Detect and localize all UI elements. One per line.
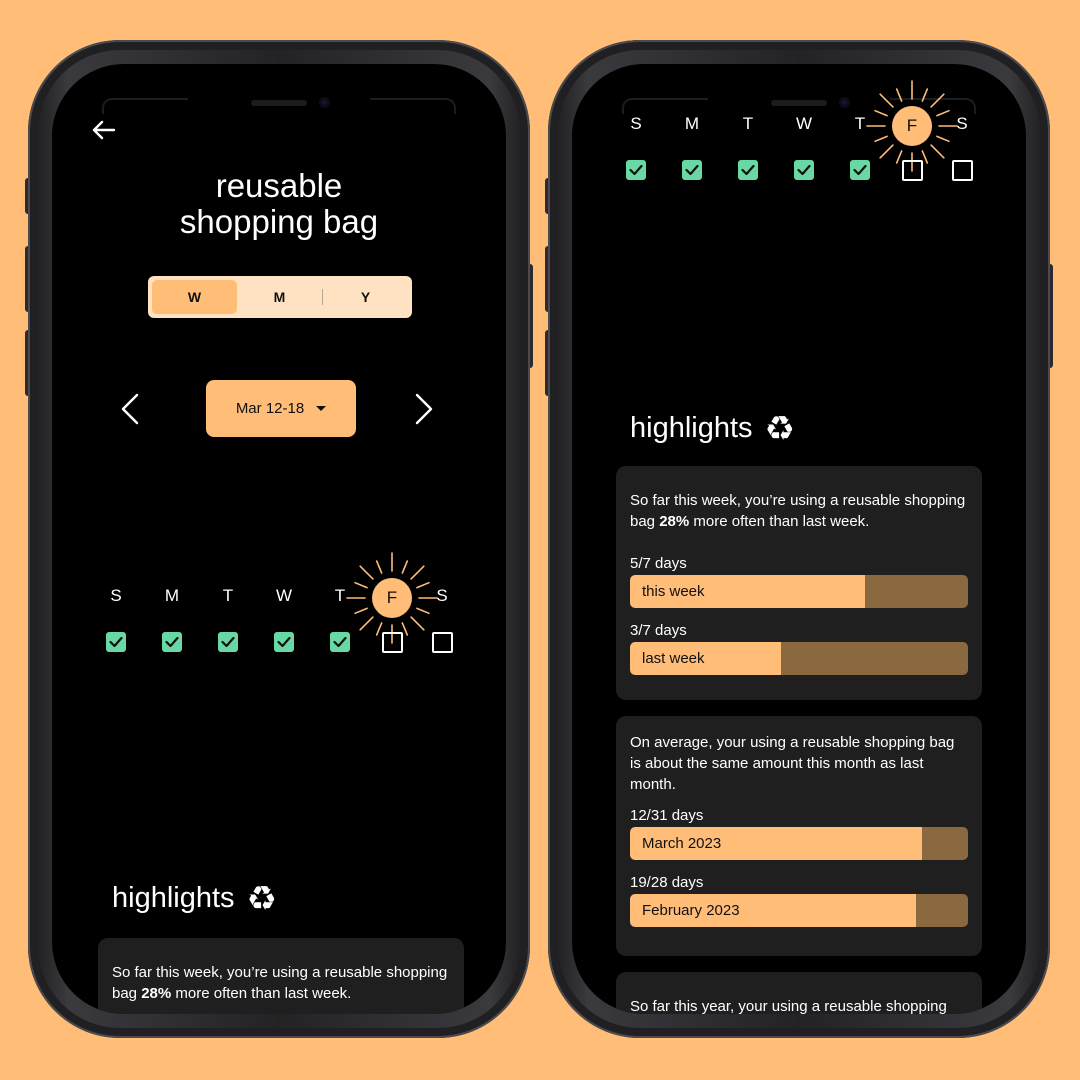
date-range-dropdown[interactable]: Mar 12-18 (206, 380, 356, 437)
day-checkbox-unchecked[interactable] (952, 160, 973, 181)
today-sun-indicator: F (346, 552, 438, 644)
day-letter: T (742, 114, 754, 133)
screen-left: reusable shopping bag W M Y Mar 12-18 S M… (52, 64, 506, 1014)
screen-right: SMTWTFS highlights ♻ So far this week, y… (572, 64, 1026, 1014)
day-letter: S (630, 114, 642, 133)
day-letter: W (275, 586, 293, 605)
week-day-tracker: SMTWTFS (572, 80, 1026, 212)
highlights-title: highlights (112, 882, 235, 914)
day-checkbox-checked[interactable] (738, 160, 758, 180)
highlights-heading: highlights ♻ (112, 879, 278, 918)
bar-name-this-week: this week (642, 583, 705, 600)
checkmark-icon (109, 636, 123, 648)
phone-right: SMTWTFS highlights ♻ So far this week, y… (545, 40, 1053, 1038)
phone-left: reusable shopping bag W M Y Mar 12-18 S M… (25, 40, 533, 1038)
day-checkbox-unchecked[interactable] (382, 632, 403, 653)
sensor-housing-right (370, 98, 456, 114)
highlight-card-text: So far this week, you’re using a reusabl… (112, 962, 450, 1004)
checkmark-icon (629, 164, 643, 176)
day-letter-today: F (372, 578, 412, 618)
bar-name-march: March 2023 (642, 835, 722, 852)
recycle-icon: ♻ (246, 879, 278, 918)
day-checkbox-unchecked[interactable] (432, 632, 453, 653)
segment-year[interactable]: Y (323, 280, 408, 314)
bar-name-last-week: last week (642, 650, 705, 667)
highlight-card-text: So far this week, you’re using a reusabl… (630, 490, 968, 532)
checkmark-icon (853, 164, 867, 176)
bar-label-this-week: 5/7 days (630, 555, 687, 572)
highlight-card-year: So far this year, your using a reusable … (616, 972, 982, 1014)
highlight-text-end: more often than last week. (689, 513, 870, 530)
highlight-card-text: So far this year, your using a reusable … (630, 998, 947, 1014)
day-letter: S (956, 114, 968, 133)
day-checkbox-unchecked[interactable] (902, 160, 923, 181)
day-checkbox-checked[interactable] (162, 632, 182, 652)
checkmark-icon (277, 636, 291, 648)
date-range-label: Mar 12-18 (235, 400, 305, 417)
bar-label-february: 19/28 days (630, 874, 704, 891)
day-checkbox-checked[interactable] (794, 160, 814, 180)
chevron-left-icon[interactable] (118, 392, 142, 426)
highlight-percent: 28% (659, 513, 690, 530)
day-checkbox-checked[interactable] (626, 160, 646, 180)
checkmark-icon (741, 164, 755, 176)
checkmark-icon (685, 164, 699, 176)
highlight-percent: 28% (141, 985, 172, 1002)
page-title: reusable shopping bag (52, 168, 506, 240)
day-checkbox-checked[interactable] (106, 632, 126, 652)
bar-name-february: February 2023 (642, 902, 740, 919)
progress-bar-march: March 2023 (630, 827, 968, 860)
segment-week[interactable]: W (152, 280, 237, 314)
day-letter: S (436, 586, 448, 605)
highlight-card-week: So far this week, you’re using a reusabl… (98, 938, 464, 1014)
day-checkbox-checked[interactable] (218, 632, 238, 652)
checkmark-icon (333, 636, 347, 648)
bar-label-last-week: 3/7 days (630, 622, 687, 639)
back-arrow-icon[interactable] (90, 116, 118, 144)
day-letter-today: F (892, 106, 932, 146)
day-letter: M (164, 586, 180, 605)
page-title-line-2: shopping bag (179, 203, 379, 240)
week-day-tracker: SMTWTFS (52, 552, 506, 684)
today-sun-indicator: F (866, 80, 958, 172)
day-letter: W (795, 114, 813, 133)
speaker-grille (251, 100, 307, 106)
chevron-right-icon[interactable] (412, 392, 436, 426)
highlight-card-text: On average, your using a reusable shoppi… (630, 734, 955, 793)
recycle-icon: ♻ (764, 409, 796, 448)
progress-bar-february: February 2023 (630, 894, 968, 927)
period-segmented-control: W M Y (148, 276, 412, 318)
checkmark-icon (797, 164, 811, 176)
bar-label-march: 12/31 days (630, 807, 704, 824)
segment-month[interactable]: M (237, 280, 322, 314)
progress-bar-last-week: last week (630, 642, 968, 675)
day-letter: S (110, 586, 122, 605)
checkmark-icon (221, 636, 235, 648)
sensor-housing-left (102, 98, 188, 114)
progress-bar-this-week: this week (630, 575, 968, 608)
checkmark-icon (165, 636, 179, 648)
highlight-card-week: So far this week, you’re using a reusabl… (616, 466, 982, 700)
caret-down-icon (316, 406, 327, 411)
highlight-card-month: On average, your using a reusable shoppi… (616, 716, 982, 956)
day-letter: M (684, 114, 700, 133)
highlights-title: highlights (630, 412, 753, 444)
highlights-heading: highlights ♻ (630, 409, 796, 448)
front-camera (319, 97, 330, 108)
day-checkbox-checked[interactable] (682, 160, 702, 180)
highlight-text-end: more often than last week. (171, 985, 352, 1002)
day-letter: T (222, 586, 234, 605)
day-checkbox-checked[interactable] (274, 632, 294, 652)
page-title-line-1: reusable (215, 167, 343, 204)
